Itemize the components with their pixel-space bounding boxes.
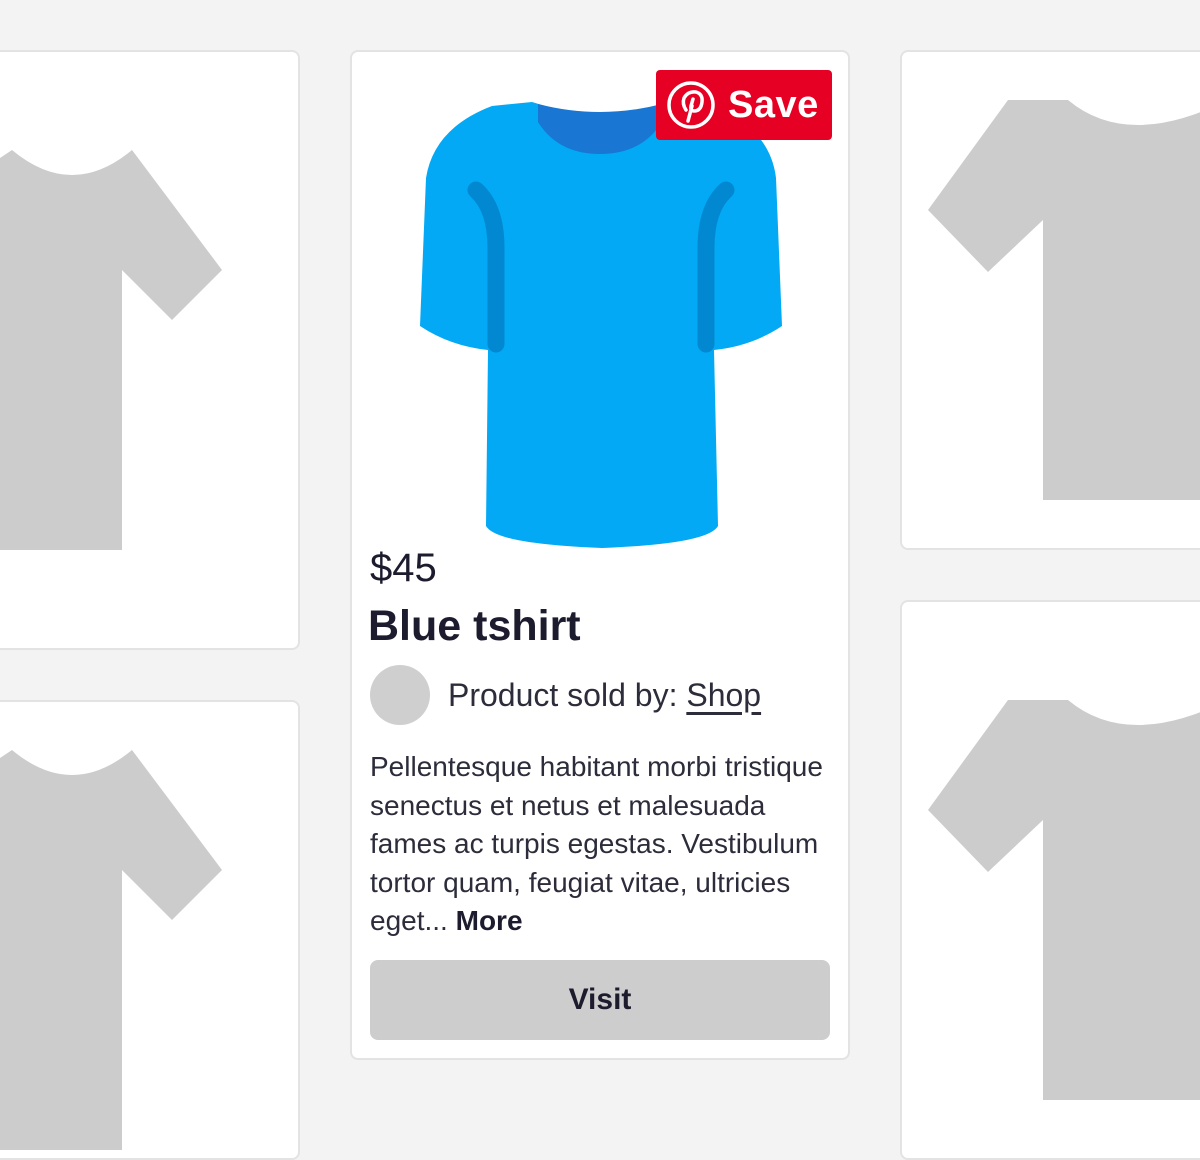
seller-avatar: [370, 665, 430, 725]
tshirt-placeholder-icon: [928, 700, 1200, 1100]
product-card-placeholder-right-top[interactable]: [900, 50, 1200, 550]
seller-info: Product sold by: Shop: [370, 664, 761, 726]
pinterest-icon: [667, 81, 715, 129]
more-link[interactable]: More: [456, 905, 523, 936]
product-card-placeholder-left-top[interactable]: [0, 50, 300, 650]
product-card[interactable]: Save $45 Blue tshirt Product sold by: Sh…: [350, 50, 850, 1060]
seller-shop-link[interactable]: Shop: [686, 677, 761, 713]
visit-button[interactable]: Visit: [370, 960, 830, 1040]
product-description: Pellentesque habitant morbi tristique se…: [370, 748, 830, 941]
tshirt-icon[interactable]: [412, 98, 792, 558]
tshirt-placeholder-icon: [0, 750, 298, 1150]
description-text: Pellentesque habitant morbi tristique se…: [370, 751, 823, 936]
seller-prefix: Product sold by:: [448, 676, 687, 713]
product-title: Blue tshirt: [368, 602, 581, 650]
product-card-placeholder-left-bottom[interactable]: [0, 700, 300, 1160]
tshirt-placeholder-icon: [928, 100, 1200, 500]
product-card-placeholder-right-bottom[interactable]: [900, 600, 1200, 1160]
product-price: $45: [370, 546, 437, 590]
seller-text: Product sold by: Shop: [448, 677, 761, 714]
save-label: Save: [728, 83, 819, 126]
pinterest-save-button[interactable]: Save: [656, 70, 832, 140]
tshirt-placeholder-icon: [0, 150, 298, 550]
